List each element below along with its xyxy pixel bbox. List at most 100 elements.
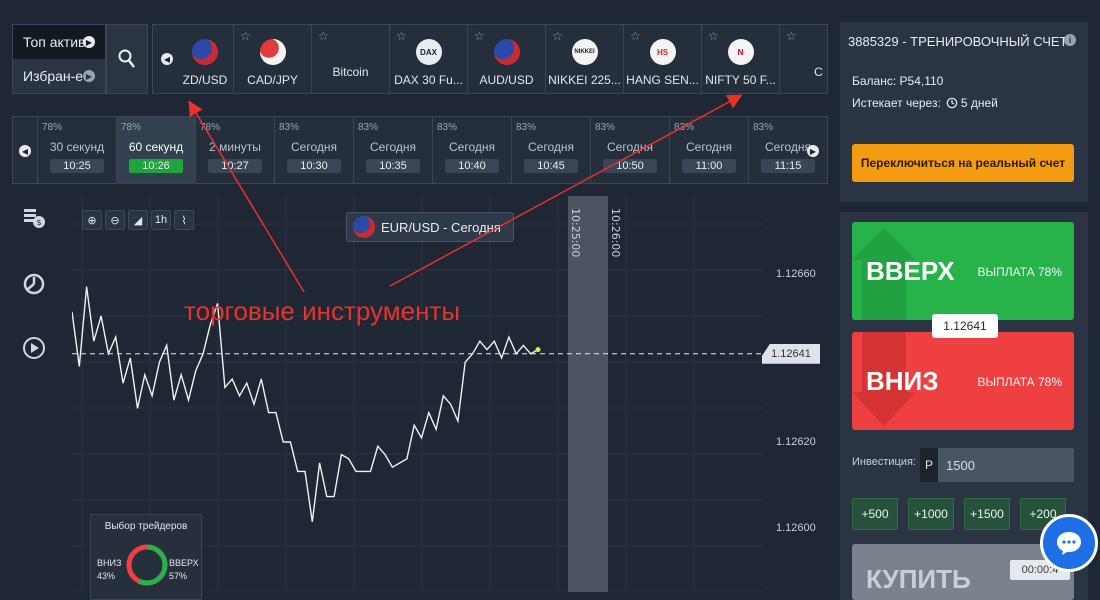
asset-label: AUD/USD bbox=[479, 73, 534, 87]
traders-down-pct: 43% bbox=[97, 571, 116, 581]
asset-tile[interactable]: ☆ N NIFTY 50 F... bbox=[701, 25, 779, 93]
asset-tile[interactable]: ☆ CAD/JPY bbox=[233, 25, 311, 93]
traders-choice-widget: Выбор трейдеров ВНИЗ 43% ВВЕРХ 57% bbox=[90, 514, 202, 600]
increment-1500-button[interactable]: +1500 bbox=[964, 498, 1010, 530]
star-icon[interactable]: ☆ bbox=[630, 29, 641, 43]
timeframe-payout: 83% bbox=[753, 122, 774, 133]
indicators-icon[interactable]: ⌇ bbox=[174, 210, 194, 230]
annotation-text: торговые инструменты bbox=[184, 296, 461, 326]
top-assets-label: Топ актив bbox=[23, 34, 86, 50]
star-icon[interactable]: ☆ bbox=[318, 29, 329, 43]
balance-text: Баланс: P54,110 bbox=[852, 74, 944, 88]
time-marker: 10:26:00 bbox=[609, 208, 622, 257]
zoom-in-icon[interactable]: ⊕ bbox=[82, 210, 102, 230]
star-icon[interactable]: ☆ bbox=[708, 29, 719, 43]
timeframe-payout: 78% bbox=[42, 122, 63, 133]
traders-ring bbox=[126, 544, 168, 586]
nzd-usd-flag-icon bbox=[192, 39, 218, 65]
asset-tile[interactable]: ☆ NIKKEI NIKKEI 225... bbox=[545, 25, 623, 93]
favorites-item[interactable]: Избран-е ▶ bbox=[13, 59, 105, 93]
traders-down: ВНИЗ 43% bbox=[97, 557, 121, 583]
investment-input[interactable]: P 1500 bbox=[920, 448, 1074, 482]
increment-1000-button[interactable]: +1000 bbox=[908, 498, 954, 530]
star-icon[interactable]: ☆ bbox=[396, 29, 407, 43]
timeframe-payout: 83% bbox=[595, 122, 616, 133]
asset-label: DAX 30 Fu... bbox=[394, 73, 463, 87]
timeframe-tile[interactable]: 78% 60 секунд 10:26 bbox=[116, 117, 195, 183]
timeframe-tile[interactable]: 83% Сегодня 10:45 bbox=[511, 117, 590, 183]
timeframe-1h-button[interactable]: 1h bbox=[151, 210, 171, 230]
timeframe-payout: 83% bbox=[279, 122, 300, 133]
buy-label: КУПИТЬ bbox=[866, 564, 971, 594]
increment-500-button[interactable]: +500 bbox=[852, 498, 898, 530]
asset-tile[interactable]: ☆ DAX DAX 30 Fu... bbox=[389, 25, 467, 93]
expires-label: Истекает через: bbox=[852, 96, 941, 110]
asset-label: Bitcoin bbox=[332, 65, 369, 79]
chevron-right-icon[interactable]: ▶ bbox=[807, 145, 819, 157]
timeframe-tile[interactable]: 78% 2 минуты 10:27 bbox=[195, 117, 274, 183]
pair-label-text: EUR/USD - Сегодня bbox=[381, 219, 501, 235]
down-button[interactable]: ВНИЗ ВЫПЛАТА 78% bbox=[852, 332, 1074, 430]
timeframe-tile[interactable]: 83% Сегодня 10:40 bbox=[432, 117, 511, 183]
asset-tile[interactable]: ☆ C bbox=[779, 25, 827, 93]
eur-usd-flag-icon bbox=[353, 216, 375, 238]
current-price-badge: 1.12641 bbox=[932, 314, 998, 338]
info-icon[interactable]: i bbox=[1064, 34, 1076, 46]
timeframe-tile[interactable]: 78% 30 секунд 10:25 bbox=[37, 117, 116, 183]
timeframe-payout: 83% bbox=[358, 122, 379, 133]
star-icon[interactable]: ☆ bbox=[552, 29, 563, 43]
time-marker: 10:25:00 bbox=[569, 208, 582, 257]
asset-tile[interactable]: ☆ Bitcoin bbox=[311, 25, 389, 93]
timeframe-time: 10:25 bbox=[50, 159, 104, 173]
traders-up: ВВЕРХ 57% bbox=[169, 557, 199, 583]
timeframe-payout: 78% bbox=[121, 122, 142, 133]
timeframe-tile[interactable]: 83% Сегодня 11:00 bbox=[669, 117, 748, 183]
nikkei-logo-icon: NIKKEI bbox=[571, 39, 598, 65]
traders-up-pct: 57% bbox=[169, 571, 188, 581]
search-icon bbox=[118, 49, 135, 68]
timeframe-payout: 83% bbox=[437, 122, 458, 133]
asset-tile[interactable]: ☆ HS HANG SEN... bbox=[623, 25, 701, 93]
timeframe-label: 60 секунд bbox=[128, 140, 184, 154]
y-axis-label: 1.12620 bbox=[776, 436, 816, 448]
timeframe-time: 11:15 bbox=[761, 159, 815, 173]
chat-button[interactable] bbox=[1040, 514, 1098, 572]
chevron-left-icon[interactable]: ◀ bbox=[161, 53, 173, 65]
asset-tile[interactable]: ☆ AUD/USD bbox=[467, 25, 545, 93]
up-button[interactable]: ВВЕРХ ВЫПЛАТА 78% bbox=[852, 222, 1074, 320]
timeframe-time: 10:30 bbox=[287, 159, 341, 173]
account-title: 3885329 - ТРЕНИРОВОЧНЫЙ СЧЕТ bbox=[848, 34, 1068, 49]
chevron-right-icon: ▶ bbox=[83, 36, 95, 48]
asset-label: ZD/USD bbox=[182, 73, 228, 87]
dax-logo-icon: DAX bbox=[415, 39, 442, 65]
timeframe-tile[interactable]: 83% Сегодня 10:30 bbox=[274, 117, 353, 183]
star-icon[interactable]: ☆ bbox=[786, 29, 797, 43]
timeframe-tile[interactable]: 83% Сегодня 10:35 bbox=[353, 117, 432, 183]
search-button[interactable] bbox=[106, 24, 148, 94]
star-icon[interactable]: ☆ bbox=[240, 29, 251, 43]
asset-label: HANG SEN... bbox=[626, 73, 699, 87]
play-video-icon[interactable] bbox=[20, 334, 48, 362]
expires-row: Истекает через: 5 дней bbox=[852, 96, 998, 110]
asset-tile[interactable]: ZD/USD bbox=[177, 25, 233, 93]
traders-choice-title: Выбор трейдеров bbox=[104, 521, 188, 532]
chart-type-icon[interactable]: ◢ bbox=[128, 210, 148, 230]
asset-label: NIFTY 50 F... bbox=[705, 73, 776, 87]
timeframe-time: 10:26 bbox=[129, 159, 183, 173]
timeframe-label: Сегодня bbox=[686, 140, 732, 154]
top-assets-item[interactable]: Топ актив ▶ bbox=[13, 25, 105, 59]
history-icon[interactable] bbox=[20, 270, 48, 298]
assets-strip: ◀ ZD/USD ☆ CAD/JPY ☆ Bitcoin ☆ DAX DAX 30 Fu...… bbox=[152, 24, 828, 94]
chat-icon bbox=[1057, 532, 1081, 555]
timeframe-strip: ◀ 78% 30 секунд 10:25 78% 60 секунд 10:26 78% 2… bbox=[12, 116, 828, 184]
deals-icon[interactable]: $ bbox=[20, 204, 48, 232]
switch-to-real-account-button[interactable]: Переключиться на реальный счет bbox=[852, 144, 1074, 182]
timeframe-tile[interactable]: 83% Сегодня 10:50 bbox=[590, 117, 669, 183]
chevron-left-icon[interactable]: ◀ bbox=[19, 145, 31, 157]
pair-selector[interactable]: EUR/USD - Сегодня bbox=[346, 212, 514, 242]
traders-up-label: ВВЕРХ bbox=[169, 558, 199, 568]
timeframe-label: Сегодня bbox=[449, 140, 495, 154]
zoom-out-icon[interactable]: ⊖ bbox=[105, 210, 125, 230]
star-icon[interactable]: ☆ bbox=[474, 29, 485, 43]
nifty-logo-icon: N bbox=[727, 39, 754, 65]
